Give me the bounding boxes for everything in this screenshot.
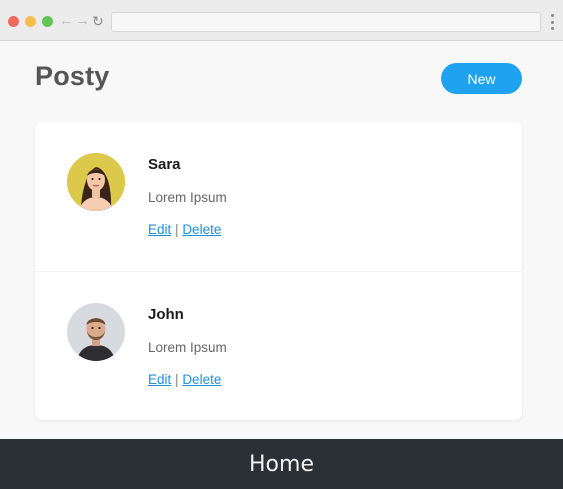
page-content: Posty New Sara Lorem Ipsum Edit | Delete…: [0, 41, 563, 439]
delete-link[interactable]: Delete: [182, 372, 221, 387]
post-actions: Edit | Delete: [148, 222, 221, 237]
address-bar[interactable]: [111, 12, 541, 32]
delete-link[interactable]: Delete: [182, 222, 221, 237]
post-author: Sara: [148, 156, 181, 173]
page-title: Posty: [35, 61, 110, 91]
maximize-window-button[interactable]: [42, 16, 53, 27]
reload-icon[interactable]: ↻: [92, 12, 104, 30]
post-actions: Edit | Delete: [148, 372, 221, 387]
post-text: Lorem Ipsum: [148, 340, 227, 355]
edit-link[interactable]: Edit: [148, 372, 171, 387]
separator: |: [175, 372, 179, 387]
post-author: John: [148, 306, 184, 323]
close-window-button[interactable]: [8, 16, 19, 27]
screen-caption-bar: Home: [0, 439, 563, 489]
screen-caption: Home: [249, 451, 314, 477]
list-item: John Lorem Ipsum Edit | Delete: [35, 272, 522, 421]
edit-link[interactable]: Edit: [148, 222, 171, 237]
kebab-menu-icon[interactable]: [547, 14, 557, 30]
separator: |: [175, 222, 179, 237]
list-item: Sara Lorem Ipsum Edit | Delete: [35, 122, 522, 272]
new-post-button[interactable]: New: [441, 63, 522, 94]
arrow-right-icon[interactable]: →: [75, 12, 90, 30]
avatar: [67, 303, 125, 361]
posts-card: Sara Lorem Ipsum Edit | Delete John Lore…: [35, 122, 522, 420]
minimize-window-button[interactable]: [25, 16, 36, 27]
browser-toolbar: ← → ↻: [0, 0, 563, 41]
post-text: Lorem Ipsum: [148, 190, 227, 205]
arrow-left-icon[interactable]: ←: [59, 12, 74, 30]
avatar: [67, 153, 125, 211]
